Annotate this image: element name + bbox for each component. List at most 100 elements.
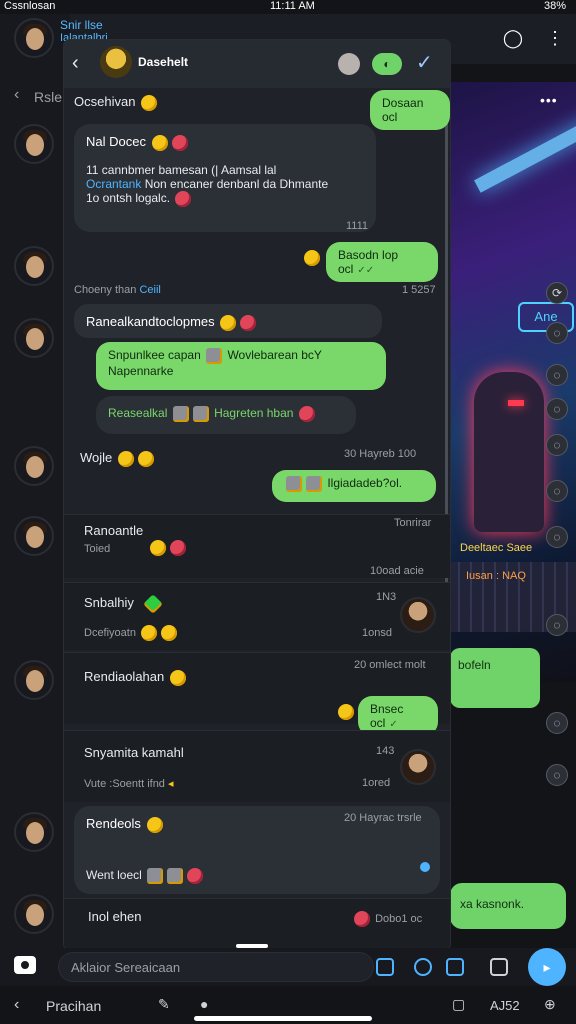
smile-emoji-icon	[150, 539, 166, 556]
rail-button-1[interactable]: ⟳	[546, 282, 568, 304]
contact-avatar[interactable]	[100, 46, 132, 78]
home-indicator[interactable]	[194, 1016, 372, 1021]
list-item-11-sub-row: Vute :Soentt ifnd ◂	[84, 777, 174, 790]
pen-icon[interactable]: ✎	[158, 996, 170, 1013]
background-back-label[interactable]: Rsle	[34, 89, 62, 105]
gif-icon[interactable]	[446, 958, 464, 976]
message-bubble-2[interactable]: Basodn lop ocl ✓✓	[326, 242, 438, 282]
rail-button-8[interactable]: ◌	[546, 614, 568, 636]
message-input-placeholder: Aklaior Sereaicaan	[71, 960, 181, 975]
smile-emoji-icon	[304, 250, 320, 266]
message-bubble-12[interactable]: Rendeols Went loecl 20 Hayrac trsrle	[74, 806, 440, 894]
nav-back-icon[interactable]: ‹	[14, 996, 19, 1014]
heart-emoji-icon	[175, 190, 192, 207]
message-1-time: 1111	[345, 220, 368, 232]
list-item-7-time-top: Tonrirar	[394, 517, 432, 529]
list-item-9-name: Rendiaolahan	[84, 669, 165, 684]
list-item-11-name: Snyamita kamahl	[84, 745, 184, 760]
back-arrow-icon[interactable]: ‹	[72, 52, 79, 75]
list-item-8-time-top: 1N3	[376, 591, 397, 603]
list-item-13-name: Inol ehen	[88, 909, 142, 924]
chat-avatar-8[interactable]	[14, 894, 54, 934]
message-1-line-3: 1o ontsh logalc.	[86, 190, 364, 207]
list-item-11-time-top: 143	[376, 745, 395, 757]
square-icon[interactable]: ▢	[452, 996, 465, 1013]
rail-button-2[interactable]: ◌	[546, 322, 568, 344]
list-item-8-sub: Dcefiyoatn	[84, 626, 136, 639]
profile-icon[interactable]	[338, 53, 360, 75]
avatar-emoji-icon	[286, 476, 302, 492]
smile-emoji-icon	[161, 625, 178, 641]
rail-button-4[interactable]: ◌	[546, 398, 568, 420]
rail-button-5[interactable]: ◌	[546, 434, 568, 456]
chat-avatar-1[interactable]	[14, 124, 54, 164]
list-item-11-sub: Vute :Soentt ifnd	[84, 778, 165, 790]
message-bubble-6[interactable]: Ilgiadadeb?ol.	[272, 470, 436, 502]
list-item-8[interactable]: Snbalhiy Dcefiyoatn 1N3 1onsd	[64, 582, 450, 650]
background-bubble-1: bofeln	[450, 648, 540, 708]
send-button[interactable]: ▸	[528, 948, 566, 986]
search-icon[interactable]: ◯	[503, 28, 523, 48]
message-5-time: 30 Hayreb 100	[344, 448, 417, 460]
more-dots-icon[interactable]: •••	[540, 92, 558, 108]
art-caption-2: Iusan : NAQ	[466, 570, 526, 582]
message-input[interactable]: Aklaior Sereaicaan	[58, 952, 374, 982]
attach-icon[interactable]	[414, 958, 432, 976]
rail-button-10[interactable]: ◌	[546, 764, 568, 786]
arrow-emoji-icon: ◂	[168, 778, 174, 790]
list-item-13-time-row: Dobo1 oc	[352, 911, 422, 927]
robot-eye	[508, 400, 524, 406]
more-icon[interactable]: ⋮	[546, 28, 564, 48]
message-1-link[interactable]: Ocrantank	[86, 177, 141, 191]
rail-button-3[interactable]: ◌	[546, 364, 568, 386]
chest-emoji-icon	[147, 868, 164, 884]
list-item-11[interactable]: Snyamita kamahl Vute :Soentt ifnd ◂ 143 …	[64, 730, 450, 802]
smile-emoji-icon	[151, 134, 168, 151]
chat-avatar-4[interactable]	[14, 446, 54, 486]
gallery-icon[interactable]	[376, 958, 394, 976]
back-icon[interactable]: ‹	[14, 86, 19, 104]
background-bubble-2: xa kasnonk.	[450, 883, 566, 929]
art-caption-1: Deeltaec Saee	[460, 542, 533, 554]
nav-code: AJ52	[490, 998, 520, 1013]
chat-avatar-3[interactable]	[14, 318, 54, 358]
list-item-7-time-bottom: 10oad acie	[370, 565, 424, 577]
check-icon[interactable]: ✓	[416, 50, 433, 75]
bottom-navigation: ‹ Pracihan ✎ ● ▢ AJ52 ⊕	[0, 986, 576, 1024]
background-title-text: Snir llse	[60, 18, 103, 32]
rail-button-9[interactable]: ◌	[546, 712, 568, 734]
message-3-link[interactable]: Ceiil	[139, 284, 160, 296]
background-avatar[interactable]	[14, 18, 54, 58]
chat-avatar-5[interactable]	[14, 516, 54, 556]
message-bubble-4-title[interactable]: Ranealkandtoclopmes	[74, 304, 382, 338]
chat-avatar-6[interactable]	[14, 660, 54, 700]
avatar-emoji-icon	[192, 406, 209, 422]
smile-emoji-icon	[219, 314, 236, 331]
header-row-pill[interactable]: Dosaan ocl	[370, 90, 450, 130]
chat-avatar-7[interactable]	[14, 812, 54, 852]
smile-emoji-icon	[338, 704, 354, 720]
list-item-8-avatar[interactable]	[400, 597, 436, 633]
list-item-11-avatar[interactable]	[400, 749, 436, 785]
list-item-13[interactable]: Inol ehen Dobo1 oc	[64, 898, 450, 950]
battery-label: 38%	[543, 0, 566, 12]
message-bubble-4-green[interactable]: Snpunlkee capan Wovlebarean bcY Napennar…	[96, 342, 386, 390]
sticker-icon[interactable]	[490, 958, 508, 976]
rail-button-6[interactable]: ◌	[546, 480, 568, 502]
globe-icon[interactable]: ⊕	[544, 996, 556, 1013]
heart-face-emoji-icon	[354, 911, 370, 927]
rail-button-7[interactable]: ◌	[546, 526, 568, 548]
drop-icon[interactable]: ●	[200, 996, 208, 1012]
list-item-8-time-bottom: 1onsd	[362, 627, 392, 639]
chat-avatar-2[interactable]	[14, 246, 54, 286]
heart-emoji-icon	[298, 406, 315, 422]
nav-label[interactable]: Pracihan	[46, 998, 101, 1014]
background-top-icons: ◯ ⋮	[485, 28, 564, 49]
list-item-7[interactable]: Ranoantle Toied Tonrirar 10oad acie	[64, 514, 450, 578]
toggle-button[interactable]: ◐	[372, 53, 402, 75]
list-item-9-time: 20 omlect molt	[354, 659, 426, 671]
message-bubble-4-sub[interactable]: Reasealkal Hagreten hban	[96, 396, 356, 434]
header-row-pill-text: Dosaan ocl	[382, 96, 424, 124]
message-bubble-1[interactable]: Nal Docec 11 cannbmer bamesan (| Aamsal …	[74, 124, 376, 232]
camera-icon[interactable]	[14, 956, 36, 974]
